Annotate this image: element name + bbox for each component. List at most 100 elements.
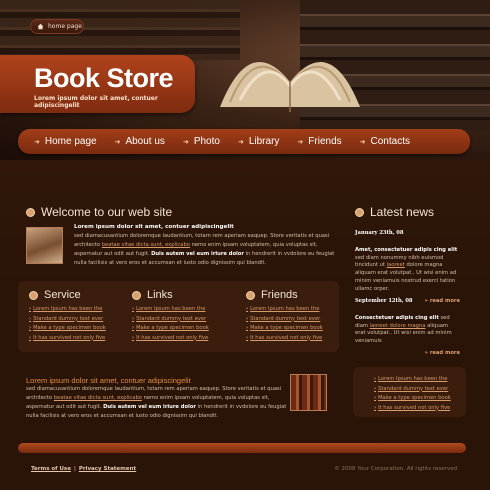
home-icon bbox=[37, 23, 44, 30]
arrow-right-icon: ➜ bbox=[182, 138, 189, 146]
read-more-link[interactable]: » read more bbox=[355, 350, 460, 358]
news-item: September 12th, 08 Consectetuer adipis c… bbox=[355, 298, 460, 358]
list-item[interactable]: › It has survived not only five bbox=[132, 334, 232, 344]
bookshelf-thumbnail bbox=[290, 374, 327, 411]
links-heading-text: Links bbox=[147, 289, 173, 301]
brand-banner: Book Store Lorem ipsum dolor sit amet, c… bbox=[0, 55, 195, 113]
list-item[interactable]: › Make a type specimen book bbox=[374, 394, 466, 404]
main-nav: ➜ Home page ➜ About us ➜ Photo ➜ Library ➜ Fr… bbox=[18, 129, 470, 154]
friends-column: Friends › Lorem Ipsum has been the › Stand… bbox=[246, 289, 346, 343]
nav-photo[interactable]: ➜ Photo bbox=[174, 136, 229, 147]
footer-links: Terms of Use | Privacy Statement bbox=[31, 466, 136, 472]
arrow-right-icon: ➜ bbox=[34, 138, 40, 146]
news-link[interactable]: laoreet bbox=[387, 262, 405, 268]
nav-photo-label: Photo bbox=[193, 136, 220, 147]
arrow-right-icon: › bbox=[246, 334, 249, 341]
list-item[interactable]: › Lorem Ipsum has been the bbox=[29, 305, 129, 315]
arrow-right-icon: › bbox=[29, 325, 32, 331]
list-item[interactable]: › Lorem Ipsum has been the bbox=[246, 305, 346, 315]
list-item[interactable]: › It has survived not only five bbox=[29, 334, 129, 344]
news-date: January 23th, 08 bbox=[355, 230, 404, 236]
arrow-right-icon: › bbox=[29, 334, 32, 341]
nav-about-label: About us bbox=[125, 136, 165, 147]
terms-link[interactable]: Terms of Use bbox=[31, 466, 71, 472]
nav-friends-label: Friends bbox=[308, 136, 342, 147]
arrow-right-icon: › bbox=[246, 315, 249, 322]
list-item[interactable]: › It has survived not only five bbox=[374, 404, 466, 414]
welcome-lead: Lorem ipsum dolor sit amet, contuer adip… bbox=[74, 224, 234, 230]
privacy-link[interactable]: Privacy Statement bbox=[79, 466, 136, 472]
news-date: September 12th, 08 bbox=[355, 298, 413, 304]
arrow-right-icon: › bbox=[29, 306, 32, 312]
nav-contacts[interactable]: ➜ Contacts bbox=[351, 136, 419, 147]
welcome-bold: Duis autem vel eum iriure dolor bbox=[151, 251, 244, 257]
news-lead: Amet, consectetuer adipis cing elit bbox=[355, 246, 458, 253]
lower-heading: Lorem ipsum dolor sit amet, contuer adip… bbox=[26, 376, 191, 385]
home-page-button[interactable]: home page bbox=[30, 19, 84, 34]
welcome-heading: Welcome to our web site bbox=[26, 205, 172, 219]
friends-heading: Friends bbox=[246, 289, 346, 301]
copyright-text: © 2008 Your Corporation. All rights rese… bbox=[334, 466, 457, 472]
lower-bold: Duis autem vel eum iriure dolor bbox=[103, 404, 196, 410]
list-item[interactable]: › Standard dummy text ever bbox=[374, 385, 466, 395]
books-thumbnail bbox=[26, 227, 63, 264]
nav-library[interactable]: ➜ Library bbox=[229, 136, 288, 147]
site-tagline: Lorem ipsum dolor sit amet, contuer adip… bbox=[34, 95, 158, 109]
welcome-text: Lorem ipsum dolor sit amet, contuer adip… bbox=[74, 223, 336, 268]
arrow-right-icon: ➜ bbox=[359, 138, 366, 146]
bullet-icon bbox=[355, 208, 364, 218]
list-item[interactable]: › It has survived not only five bbox=[246, 334, 346, 344]
service-heading-text: Service bbox=[44, 289, 81, 301]
footer-bar bbox=[18, 443, 466, 453]
latest-news-heading-text: Latest news bbox=[370, 205, 435, 219]
nav-library-label: Library bbox=[248, 136, 280, 147]
news-item: January 23th, 08 Amet, consectetuer adip… bbox=[355, 230, 460, 305]
lower-link[interactable]: beatae vitae dicta sunt, explicabo bbox=[54, 395, 142, 401]
nav-about[interactable]: ➜ About us bbox=[106, 136, 174, 147]
arrow-right-icon: › bbox=[29, 315, 32, 322]
list-item[interactable]: › Standard dummy text ever bbox=[132, 315, 232, 325]
arrow-right-icon: › bbox=[374, 376, 377, 382]
nav-home[interactable]: ➜ Home page bbox=[18, 136, 106, 147]
welcome-link[interactable]: beatae vitae dicta sunt, explicabo bbox=[102, 242, 190, 248]
links-columns-panel: Service › Lorem Ipsum has been the › Stand… bbox=[18, 281, 339, 352]
news-link[interactable]: laoreet dolore magna bbox=[370, 323, 426, 329]
news-lead: Consectetuer adipis cing elit bbox=[355, 314, 439, 321]
arrow-right-icon: › bbox=[374, 404, 377, 411]
list-item[interactable]: › Lorem Ipsum has been the bbox=[374, 375, 466, 385]
service-column: Service › Lorem Ipsum has been the › Stand… bbox=[29, 289, 129, 343]
arrow-right-icon: › bbox=[374, 395, 377, 401]
bullet-icon bbox=[29, 290, 38, 300]
links-column: Links › Lorem Ipsum has been the › Standar… bbox=[132, 289, 232, 343]
arrow-right-icon: ➜ bbox=[237, 138, 244, 146]
welcome-heading-text: Welcome to our web site bbox=[41, 205, 173, 219]
list-item[interactable]: › Make a type specimen book bbox=[246, 324, 346, 334]
arrow-right-icon: › bbox=[132, 325, 135, 331]
page: home page Book Store Lorem ipsum dolor s… bbox=[0, 0, 490, 490]
nav-home-label: Home page bbox=[44, 136, 97, 147]
arrow-right-icon: › bbox=[246, 306, 249, 312]
bullet-icon bbox=[26, 208, 35, 218]
list-item[interactable]: › Make a type specimen book bbox=[29, 324, 129, 334]
friends-heading-text: Friends bbox=[261, 289, 298, 301]
latest-news-heading: Latest news bbox=[355, 205, 434, 219]
arrow-right-icon: › bbox=[374, 385, 377, 392]
list-item[interactable]: › Lorem Ipsum has been the bbox=[132, 305, 232, 315]
nav-friends[interactable]: ➜ Friends bbox=[288, 136, 350, 147]
bullet-icon bbox=[132, 290, 141, 300]
arrow-right-icon: ➜ bbox=[297, 138, 304, 146]
arrow-right-icon: › bbox=[246, 325, 249, 331]
service-heading: Service bbox=[29, 289, 129, 301]
footer-separator: | bbox=[73, 466, 76, 472]
list-item[interactable]: › Standard dummy text ever bbox=[246, 315, 346, 325]
nav-contacts-label: Contacts bbox=[370, 136, 410, 147]
list-item[interactable]: › Standard dummy text ever bbox=[29, 315, 129, 325]
arrow-right-icon: › bbox=[132, 306, 135, 312]
arrow-right-icon: › bbox=[132, 334, 135, 341]
sidebar-links-panel: › Lorem Ipsum has been the › Standard dumm… bbox=[353, 367, 466, 417]
home-page-label: home page bbox=[48, 23, 82, 30]
lower-text: sed diamacusantium doloremque laudantium… bbox=[26, 385, 288, 421]
arrow-right-icon: ➜ bbox=[114, 138, 121, 146]
list-item[interactable]: › Make a type specimen book bbox=[132, 324, 232, 334]
site-title: Book Store bbox=[34, 63, 174, 93]
